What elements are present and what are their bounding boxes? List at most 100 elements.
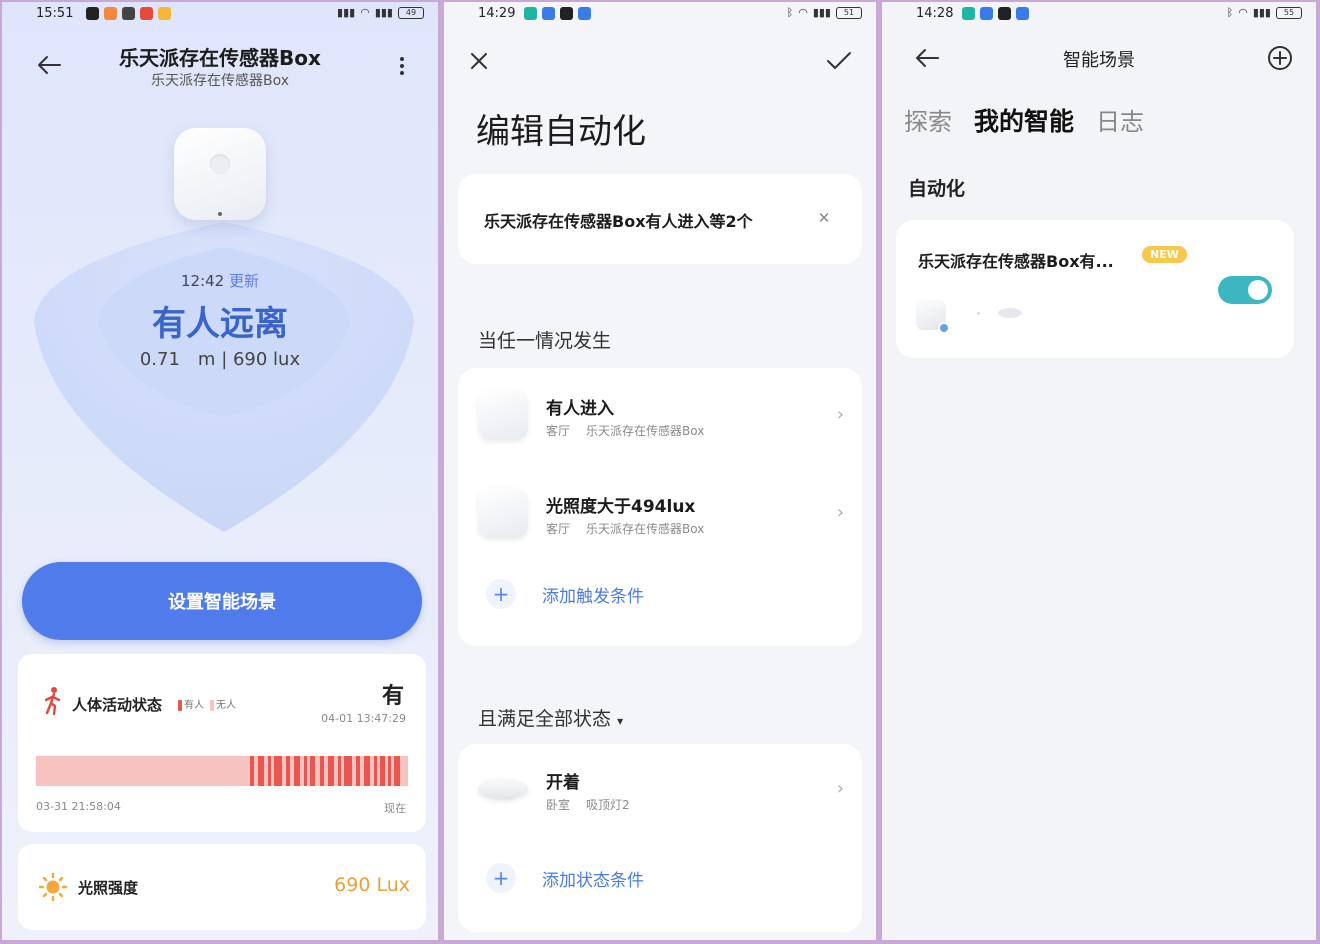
system-icons: ᛒ ◠ ▮▮▮ 51 <box>787 6 862 19</box>
trigger-subtitle: 客厅 乐天派存在传感器Box <box>546 522 705 536</box>
automation-section-title: 自动化 <box>908 178 966 200</box>
more-icon[interactable] <box>390 52 414 80</box>
timeline-end: 现在 <box>384 802 406 815</box>
trigger-title: 有人进入 <box>546 399 614 419</box>
chevron-right-icon: › <box>836 404 844 425</box>
add-state-label: 添加状态条件 <box>542 870 644 891</box>
legend-no: 无人 <box>216 700 236 711</box>
trigger-title: 光照度大于494lux <box>546 497 696 517</box>
tab-log[interactable]: 日志 <box>1096 102 1144 137</box>
trigger-row[interactable]: 有人进入 客厅 乐天派存在传感器Box › <box>458 376 862 456</box>
activity-stripe <box>394 756 400 786</box>
notification-icons <box>86 7 171 20</box>
page-title: 智能场景 <box>1063 50 1135 71</box>
light-card[interactable]: 光照强度 690 Lux <box>18 844 426 930</box>
battery-icon: 51 <box>836 6 862 19</box>
timeline-start: 03-31 21:58:04 <box>36 800 121 813</box>
activity-stripe <box>374 756 377 786</box>
notification-icons <box>962 7 1029 20</box>
add-trigger-label: 添加触发条件 <box>542 586 644 607</box>
state-section-title[interactable]: 且满足全部状态 ▾ <box>478 704 623 731</box>
activity-timeline-bar <box>36 756 408 786</box>
presence-state: 有人远离 <box>152 304 288 344</box>
activity-stripe <box>356 756 360 786</box>
chevron-right-icon: › <box>836 778 844 799</box>
status-time: 15:51 <box>36 6 74 21</box>
tab-explore[interactable]: 探索 <box>904 102 952 137</box>
activity-stripe <box>268 756 271 786</box>
page-title: 编辑自动化 <box>476 112 646 152</box>
state-title: 开着 <box>546 773 580 793</box>
activity-stripe <box>294 756 300 786</box>
light-value: 690 Lux <box>334 874 410 896</box>
walking-person-icon <box>42 686 64 716</box>
automation-toggle[interactable] <box>1218 276 1272 304</box>
device-screen: 15:51 ▮▮▮ ◠ ▮▮▮ 49 乐天派存在传感器Box 乐天派存在传感器Box <box>2 2 438 940</box>
activity-stripe <box>388 756 391 786</box>
trigger-subtitle: 客厅 乐天派存在传感器Box <box>546 424 705 438</box>
smart-scene-screen: 14:28 ᛒ ◠ ▮▮▮ 55 智能场景 探索 我的智能 日志 自动化 乐天派存在传… <box>882 2 1316 940</box>
signal-icon: ▮▮▮ <box>374 6 393 19</box>
activity-label: 人体活动状态 <box>72 696 163 714</box>
ceiling-lamp-thumb <box>998 308 1022 318</box>
trigger-section-title: 当任一情况发生 <box>478 330 612 352</box>
signal-icon: ▮▮▮ <box>1252 6 1271 19</box>
sun-icon <box>38 872 68 902</box>
legend-yes: 有人 <box>184 700 204 711</box>
state-row[interactable]: 开着 卧室 吸顶灯2 › <box>458 750 862 830</box>
activity-value: 有 <box>381 684 404 709</box>
status-bar: 15:51 ▮▮▮ ◠ ▮▮▮ 49 <box>2 2 438 28</box>
automation-name-text[interactable]: 乐天派存在传感器Box有人进入等2个 <box>484 208 794 232</box>
automation-card[interactable]: 乐天派存在传感器Box有... NEW · <box>896 220 1294 358</box>
automation-name-field[interactable]: 乐天派存在传感器Box有人进入等2个 ✕ <box>458 174 862 264</box>
signal-icon: ▮▮▮ <box>812 6 831 19</box>
status-bar: 14:29 ᛒ ◠ ▮▮▮ 51 <box>444 2 876 28</box>
activity-stripe <box>364 756 370 786</box>
page-subtitle: 乐天派存在传感器Box <box>150 73 290 89</box>
status-bar: 14:28 ᛒ ◠ ▮▮▮ 55 <box>882 2 1316 28</box>
add-state-button[interactable]: + 添加状态条件 <box>486 858 644 898</box>
battery-icon: 55 <box>1276 6 1302 19</box>
clear-icon[interactable]: ✕ <box>812 206 836 230</box>
bluetooth-icon: ᛒ <box>786 6 794 19</box>
add-circle-icon[interactable] <box>1266 44 1294 72</box>
ceiling-lamp-thumb <box>478 778 528 800</box>
setup-scene-button[interactable]: 设置智能场景 <box>22 562 422 640</box>
update-link[interactable]: 更新 <box>229 272 259 290</box>
automation-name: 乐天派存在传感器Box有... <box>918 252 1114 271</box>
activity-stripe <box>286 756 290 786</box>
trigger-card: 有人进入 客厅 乐天派存在传感器Box › 光照度大于494lux 客厅 乐天派存在… <box>458 368 862 646</box>
sensor-thumb <box>478 390 528 440</box>
activity-stripe <box>304 756 307 786</box>
update-time: 12:42 <box>180 272 225 290</box>
activity-legend: 有人 无人 <box>178 696 236 711</box>
new-badge: NEW <box>1142 246 1187 263</box>
state-card: 开着 卧室 吸顶灯2 › + 添加状态条件 <box>458 744 862 932</box>
sensor-thumb <box>916 300 950 334</box>
system-icons: ▮▮▮ ◠ ▮▮▮ 49 <box>337 6 424 19</box>
tab-my-smart[interactable]: 我的智能 <box>974 102 1074 138</box>
tab-bar: 探索 我的智能 日志 <box>904 102 1144 138</box>
activity-card[interactable]: 人体活动状态 有人 无人 有 04-01 13:47:29 03-31 21:5… <box>18 654 426 832</box>
edit-automation-screen: 14:29 ᛒ ◠ ▮▮▮ 51 编辑自动化 乐天派存在传感器Box有人进入等2个 ✕… <box>444 2 876 940</box>
activity-stripe <box>310 756 315 786</box>
status-time: 14:29 <box>478 6 516 21</box>
activity-time: 04-01 13:47:29 <box>321 712 406 725</box>
state-subtitle: 卧室 吸顶灯2 <box>546 798 630 812</box>
wifi-icon: ◠ <box>1238 6 1248 19</box>
close-icon[interactable] <box>466 48 492 74</box>
signal-icon: ▮▮▮ <box>337 6 356 19</box>
activity-stripe <box>250 756 254 786</box>
add-trigger-button[interactable]: + 添加触发条件 <box>486 574 644 614</box>
activity-stripe <box>258 756 264 786</box>
wifi-icon: ◠ <box>360 6 370 19</box>
confirm-check-icon[interactable] <box>824 48 854 74</box>
activity-stripe <box>344 756 352 786</box>
stage: 15:51 ▮▮▮ ◠ ▮▮▮ 49 乐天派存在传感器Box 乐天派存在传感器Box <box>0 0 1320 944</box>
trigger-row[interactable]: 光照度大于494lux 客厅 乐天派存在传感器Box › <box>458 474 862 554</box>
status-time: 14:28 <box>916 6 954 21</box>
activity-stripe <box>328 756 334 786</box>
activity-stripe <box>274 756 282 786</box>
notification-icons <box>524 7 591 20</box>
distance-lux-readout: 0.71 m | 690 lux <box>139 349 301 370</box>
